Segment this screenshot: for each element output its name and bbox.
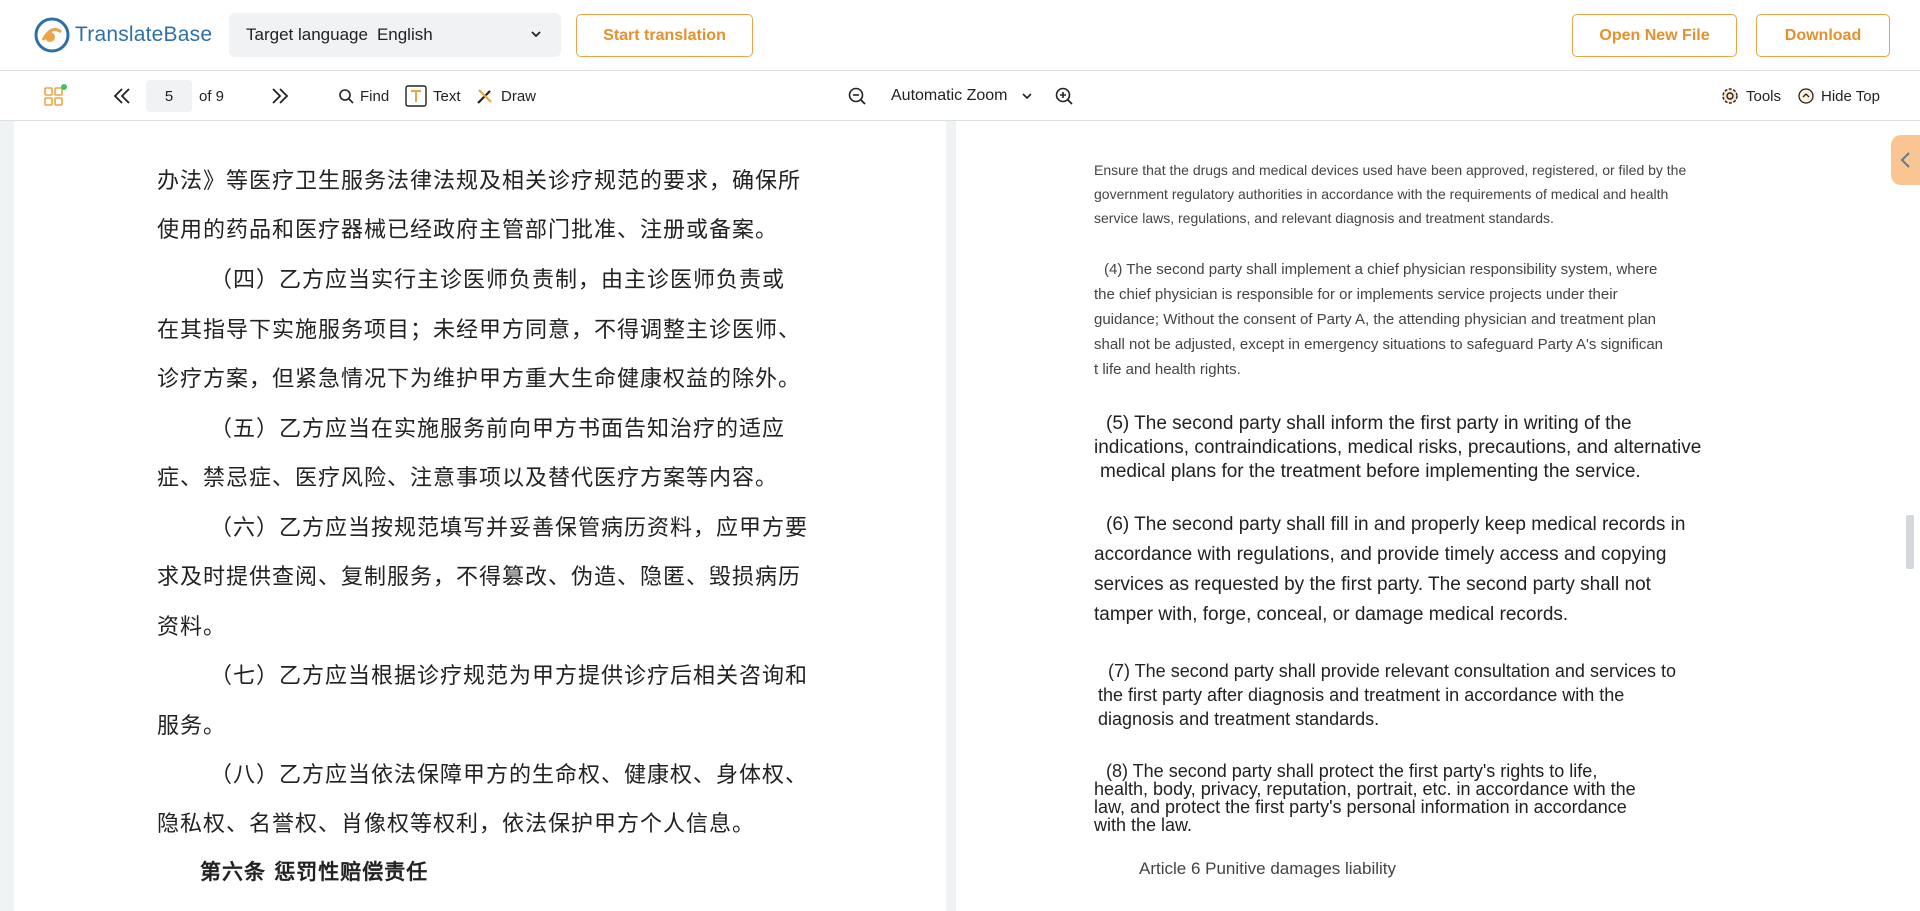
- chevron-down-icon: [531, 31, 541, 38]
- doc-line: indications, contraindications, medical …: [1094, 437, 1702, 458]
- doc-line: t life and health rights.: [1094, 361, 1241, 378]
- doc-heading: Article 6 Punitive damages liability: [1139, 859, 1397, 878]
- text-icon: [405, 85, 427, 107]
- grid-apps-icon: [44, 84, 67, 106]
- search-icon: [339, 89, 354, 104]
- draw-label: Draw: [501, 87, 537, 105]
- doc-line: tamper with, forge, conceal, or damage m…: [1094, 604, 1569, 625]
- doc-line: （八）乙方应当依法保障甲方的生命权、健康权、身体权、: [210, 763, 809, 788]
- zoom-value: Automatic Zoom: [891, 87, 1008, 104]
- doc-line: with the law.: [1094, 815, 1193, 835]
- doc-line: accordance with regulations, and provide…: [1094, 544, 1667, 565]
- text-label: Text: [433, 87, 461, 105]
- target-language-value: English: [376, 25, 433, 44]
- doc-line: shall not be adjusted, except in emergen…: [1094, 336, 1664, 353]
- doc-line: diagnosis and treatment standards.: [1098, 709, 1380, 729]
- logo-icon: [34, 17, 70, 53]
- gear-icon: [1722, 88, 1738, 104]
- scrollbar-track[interactable]: [1886, 121, 1920, 911]
- find-label: Find: [360, 87, 390, 105]
- zoom-out-icon: [848, 87, 866, 105]
- doc-line: 在其指导下实施服务项目；未经甲方同意，不得调整主诊医师、: [157, 318, 802, 343]
- original-document-page: 办法》等医疗卫生服务法律法规及相关诊疗规范的要求，确保所 使用的药品和医疗器械已…: [14, 121, 946, 911]
- doc-line: services as requested by the first party…: [1094, 574, 1651, 595]
- download-button[interactable]: Download: [1756, 14, 1890, 57]
- text-tool-button[interactable]: Text: [405, 71, 461, 121]
- double-chevron-left-icon: [113, 88, 130, 104]
- logo[interactable]: TranslateBase: [33, 16, 212, 54]
- side-panel-toggle[interactable]: [1891, 135, 1920, 185]
- draw-pencil-icon: [477, 89, 492, 104]
- draw-tool-button[interactable]: Draw: [475, 71, 536, 121]
- next-page-button[interactable]: [270, 71, 290, 121]
- start-translation-button[interactable]: Start translation: [576, 14, 753, 57]
- doc-line: (7) The second party shall provide relev…: [1108, 661, 1676, 681]
- top-header: TranslateBase Target language English St…: [0, 0, 1920, 71]
- doc-line: 症、禁忌症、医疗风险、注意事项以及替代医疗方案等内容。: [157, 466, 779, 491]
- doc-line: 办法》等医疗卫生服务法律法规及相关诊疗规范的要求，确保所: [157, 169, 802, 194]
- zoom-in-icon: [1055, 87, 1073, 105]
- doc-line: 服务。: [157, 714, 227, 739]
- find-button[interactable]: Find: [338, 71, 389, 121]
- page-total-label: of 9: [199, 87, 225, 105]
- doc-line: 隐私权、名誉权、肖像权等权利，依法保护甲方个人信息。: [157, 812, 756, 837]
- doc-line: government regulatory authorities in acc…: [1094, 186, 1669, 202]
- doc-heading: 第六条 惩罚性赔偿责任: [200, 860, 429, 884]
- hide-top-icon: [1798, 88, 1814, 104]
- double-chevron-right-icon: [272, 88, 289, 104]
- tools-label: Tools: [1746, 87, 1782, 105]
- doc-line: （六）乙方应当按规范填写并妥善保管病历资料，应甲方要: [210, 516, 809, 541]
- viewer-toolbar: 5 of 9 Find Text Draw Automatic Zoom Too…: [0, 71, 1920, 121]
- doc-line: the chief physician is responsible for o…: [1094, 286, 1618, 303]
- doc-line: （四）乙方应当实行主诊医师负责制，由主诊医师负责或: [210, 268, 786, 293]
- doc-line: 求及时提供查阅、复制服务，不得篡改、伪造、隐匿、毁损病历: [157, 565, 802, 590]
- doc-line: （五）乙方应当在实施服务前向甲方书面告知治疗的适应: [210, 417, 786, 442]
- doc-line: guidance; Without the consent of Party A…: [1094, 311, 1657, 328]
- doc-line: service laws, regulations, and relevant …: [1094, 210, 1554, 226]
- page-number-input[interactable]: 5: [146, 80, 192, 112]
- doc-line: (6) The second party shall fill in and p…: [1106, 514, 1686, 535]
- target-language-label: Target language: [246, 25, 368, 44]
- chevron-down-icon: [1022, 93, 1033, 100]
- doc-line: 使用的药品和医疗器械已经政府主管部门批准、注册或备案。: [157, 218, 779, 243]
- previous-page-button[interactable]: [112, 71, 132, 121]
- sidebar-toggle-button[interactable]: [43, 71, 67, 121]
- doc-line: Ensure that the drugs and medical device…: [1094, 162, 1687, 178]
- zoom-out-button[interactable]: [847, 71, 867, 121]
- hide-top-button[interactable]: Hide Top: [1797, 71, 1880, 121]
- doc-line: medical plans for the treatment before i…: [1100, 461, 1641, 482]
- translated-document-page: Ensure that the drugs and medical device…: [956, 121, 1886, 911]
- target-language-select[interactable]: Target language English: [229, 13, 561, 57]
- doc-line: （七）乙方应当根据诊疗规范为甲方提供诊疗后相关咨询和: [210, 664, 809, 689]
- scrollbar-thumb[interactable]: [1906, 515, 1914, 569]
- doc-line: 资料。: [157, 615, 227, 640]
- zoom-in-button[interactable]: [1054, 71, 1074, 121]
- doc-line: (4) The second party shall implement a c…: [1104, 261, 1658, 278]
- doc-line: (5) The second party shall inform the fi…: [1106, 413, 1632, 434]
- open-new-file-button[interactable]: Open New File: [1572, 14, 1737, 57]
- doc-line: 诊疗方案，但紧急情况下为维护甲方重大生命健康权益的除外。: [157, 367, 802, 392]
- hide-top-label: Hide Top: [1821, 87, 1880, 105]
- chevron-left-icon: [1900, 152, 1910, 168]
- zoom-select[interactable]: Automatic Zoom: [891, 71, 1033, 121]
- tools-button[interactable]: Tools: [1720, 71, 1781, 121]
- logo-text: TranslateBase: [75, 23, 213, 46]
- doc-line: the first party after diagnosis and trea…: [1098, 685, 1625, 705]
